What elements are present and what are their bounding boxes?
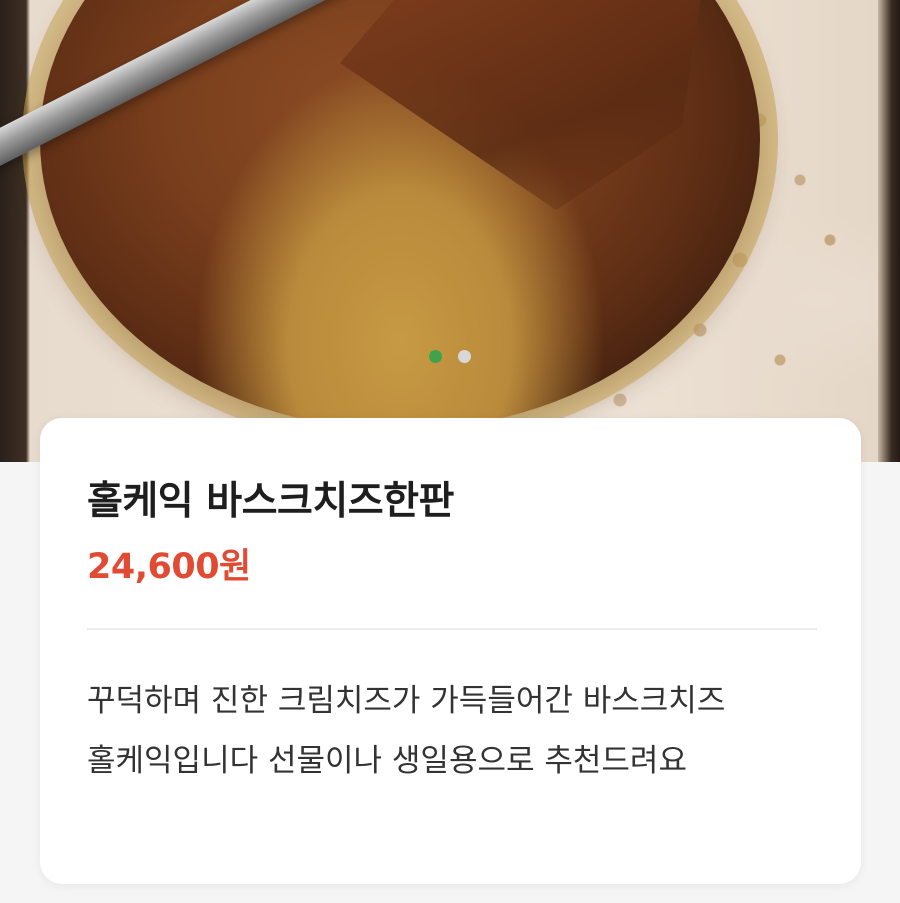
carousel-dot-1[interactable]: [429, 350, 442, 363]
product-description: 꾸덕하며 진한 크림치즈가 가득들어간 바스크치즈 홀케익입니다 선물이나 생일…: [87, 683, 726, 779]
carousel-indicator: [0, 350, 900, 364]
product-image-carousel[interactable]: [0, 0, 900, 462]
product-price: 24,600원: [87, 547, 251, 587]
product-page: 홀케익 바스크치즈한판 24,600원 꾸덕하며 진한 크림치즈가 가득들어간 …: [0, 0, 900, 903]
image-edge: [878, 0, 900, 462]
divider: [87, 628, 817, 630]
product-title: 홀케익 바스크치즈한판: [87, 479, 454, 524]
product-info-card: 홀케익 바스크치즈한판 24,600원 꾸덕하며 진한 크림치즈가 가득들어간 …: [40, 418, 861, 884]
carousel-dot-2[interactable]: [458, 350, 471, 363]
